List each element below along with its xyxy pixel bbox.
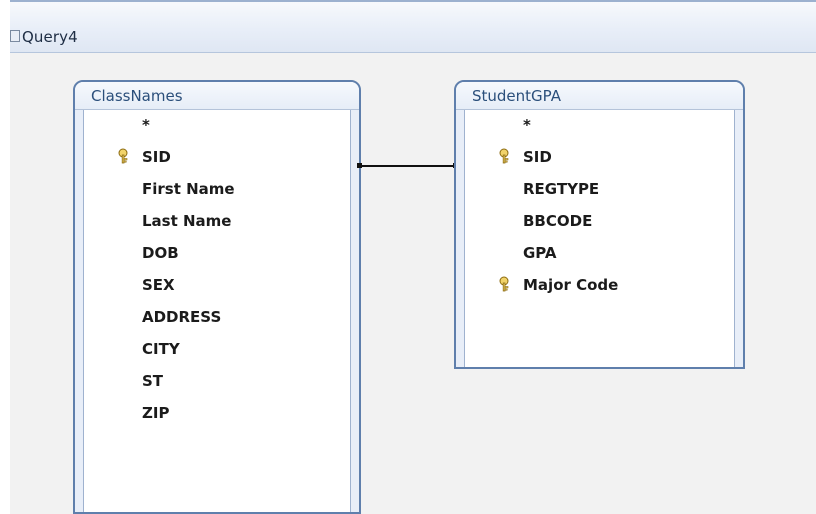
field-all[interactable]: * — [142, 115, 150, 135]
field-city[interactable]: CITY — [142, 339, 180, 359]
field-major-code[interactable]: Major Code — [523, 275, 618, 295]
field-sid[interactable]: SID — [523, 147, 552, 167]
field-zip[interactable]: ZIP — [142, 403, 169, 423]
field-st[interactable]: ST — [142, 371, 163, 391]
field-regtype[interactable]: REGTYPE — [523, 179, 599, 199]
field-all[interactable]: * — [523, 115, 531, 135]
relationship-line[interactable] — [360, 165, 455, 167]
query-title[interactable]: Query4 — [22, 28, 78, 46]
key-icon — [499, 148, 509, 164]
field-address[interactable]: ADDRESS — [142, 307, 221, 327]
key-icon — [118, 148, 128, 164]
left-edge — [0, 0, 10, 514]
table-studentgpa[interactable]: StudentGPA * SID REGTYPE BBCODE GPA Majo… — [454, 80, 745, 369]
field-bbcode[interactable]: BBCODE — [523, 211, 592, 231]
table-studentgpa-title[interactable]: StudentGPA — [456, 82, 743, 110]
key-icon — [499, 276, 509, 292]
query-icon — [10, 30, 20, 42]
table-classnames-title[interactable]: ClassNames — [75, 82, 359, 110]
field-last-name[interactable]: Last Name — [142, 211, 231, 231]
query-design-grid[interactable]: ClassNames * SID First Name Last Name DO… — [10, 53, 816, 514]
table-studentgpa-field-list[interactable]: * SID REGTYPE BBCODE GPA Major Code — [464, 110, 735, 367]
field-sid[interactable]: SID — [142, 147, 171, 167]
field-sex[interactable]: SEX — [142, 275, 175, 295]
query-design-window: Query4 ClassNames * SID First Name Last … — [0, 0, 816, 514]
table-classnames[interactable]: ClassNames * SID First Name Last Name DO… — [73, 80, 361, 514]
field-gpa[interactable]: GPA — [523, 243, 557, 263]
query-tab-header[interactable]: Query4 — [10, 0, 816, 53]
field-first-name[interactable]: First Name — [142, 179, 235, 199]
relationship-end-left — [357, 163, 362, 168]
field-dob[interactable]: DOB — [142, 243, 179, 263]
table-classnames-field-list[interactable]: * SID First Name Last Name DOB SEX ADDRE… — [83, 110, 351, 512]
